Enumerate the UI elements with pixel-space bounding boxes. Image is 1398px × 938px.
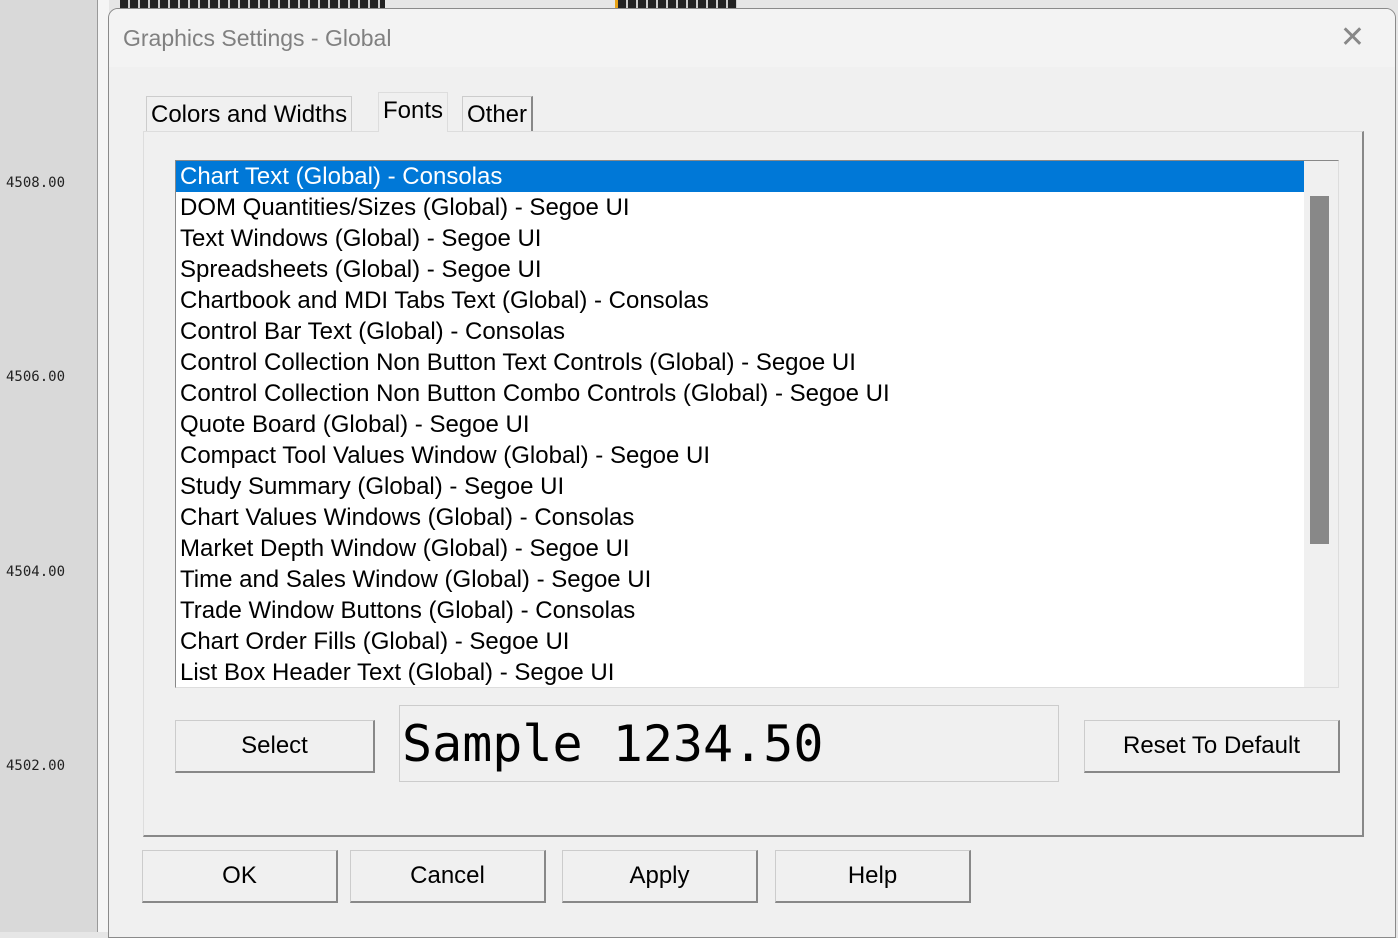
font-list-item[interactable]: Market Depth Window (Global) - Segoe UI	[176, 533, 1304, 564]
apply-button[interactable]: Apply	[562, 850, 758, 903]
scrollbar[interactable]	[1304, 161, 1338, 687]
font-list-item[interactable]: Compact Tool Values Window (Global) - Se…	[176, 440, 1304, 471]
help-button[interactable]: Help	[775, 850, 971, 903]
title-bar: Graphics Settings - Global ✕	[109, 9, 1395, 67]
font-list-item[interactable]: Chart Text (Global) - Consolas	[176, 161, 1304, 192]
reset-to-default-button[interactable]: Reset To Default	[1084, 720, 1340, 773]
price-label: 4504.00	[6, 564, 66, 580]
chart-bars	[615, 0, 737, 8]
font-list-item[interactable]: Chart Values Windows (Global) - Consolas	[176, 502, 1304, 533]
font-sample-preview: Sample 1234.50	[399, 705, 1059, 782]
price-axis: 4508.00 4506.00 4504.00 4502.00	[0, 0, 97, 932]
font-list-item[interactable]: Control Bar Text (Global) - Consolas	[176, 316, 1304, 347]
chart-bars	[120, 0, 385, 8]
font-list-item[interactable]: Time and Sales Window (Global) - Segoe U…	[176, 564, 1304, 595]
fonts-panel: Chart Text (Global) - Consolas DOM Quanti…	[143, 131, 1364, 837]
font-list-item[interactable]: DOM Quantities/Sizes (Global) - Segoe UI	[176, 192, 1304, 223]
font-list-item[interactable]: Control Collection Non Button Text Contr…	[176, 347, 1304, 378]
font-list-item[interactable]: Text Windows (Global) - Segoe UI	[176, 223, 1304, 254]
price-label: 4506.00	[6, 369, 66, 385]
font-list-item[interactable]: Chart Order Fills (Global) - Segoe UI	[176, 626, 1304, 657]
font-list-item[interactable]: Spreadsheets (Global) - Segoe UI	[176, 254, 1304, 285]
close-icon[interactable]: ✕	[1340, 23, 1365, 53]
dialog-title: Graphics Settings - Global	[123, 25, 392, 51]
cancel-button[interactable]: Cancel	[350, 850, 546, 903]
font-list-item[interactable]: Chartbook and MDI Tabs Text (Global) - C…	[176, 285, 1304, 316]
ok-button[interactable]: OK	[142, 850, 338, 903]
font-list-item[interactable]: Study Summary (Global) - Segoe UI	[176, 471, 1304, 502]
font-list-item[interactable]: List Box Header Text (Global) - Segoe UI	[176, 657, 1304, 687]
tab-colors-and-widths[interactable]: Colors and Widths	[146, 96, 353, 132]
font-list[interactable]: Chart Text (Global) - Consolas DOM Quanti…	[175, 160, 1339, 688]
font-list-item[interactable]: Quote Board (Global) - Segoe UI	[176, 409, 1304, 440]
price-label: 4502.00	[6, 758, 66, 774]
tab-fonts[interactable]: Fonts	[378, 92, 449, 132]
font-list-item[interactable]: Trade Window Buttons (Global) - Consolas	[176, 595, 1304, 626]
font-list-item[interactable]: Control Collection Non Button Combo Cont…	[176, 378, 1304, 409]
select-button[interactable]: Select	[175, 720, 375, 773]
tab-other[interactable]: Other	[462, 96, 534, 132]
graphics-settings-dialog: Graphics Settings - Global ✕ Colors and …	[108, 8, 1396, 938]
scrollbar-thumb[interactable]	[1310, 196, 1329, 544]
price-label: 4508.00	[6, 175, 66, 191]
